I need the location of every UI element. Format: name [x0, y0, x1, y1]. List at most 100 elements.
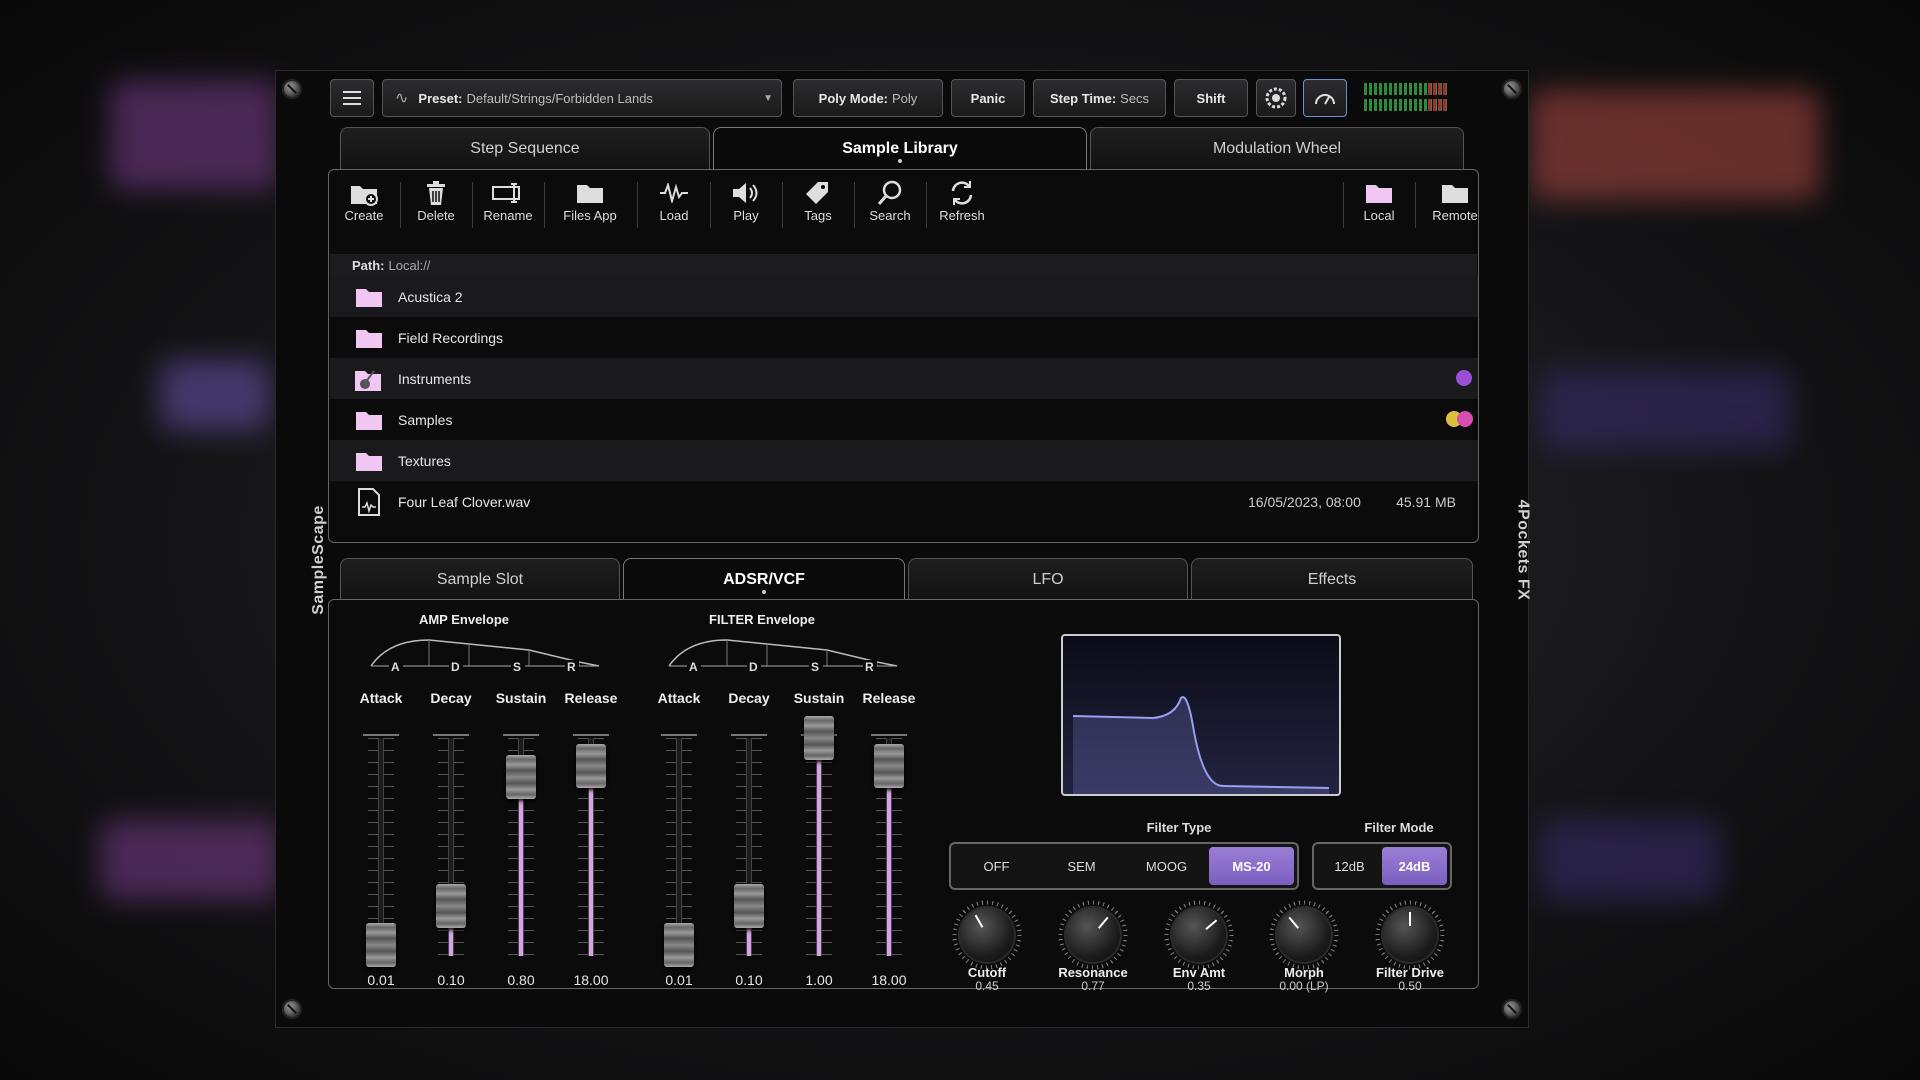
amp-attack-fader[interactable] [366, 923, 396, 968]
tags-button[interactable]: Tags [783, 178, 853, 234]
amp-release-label: Release [564, 690, 618, 706]
knob-label: Resonance [1058, 965, 1128, 980]
create-button[interactable]: Create [329, 178, 399, 234]
poly-mode-button[interactable]: Poly Mode: Poly [793, 79, 943, 117]
screw-icon [282, 999, 302, 1019]
file-name: Four Leaf Clover.wav [398, 493, 531, 510]
remote-button[interactable]: Remote [1420, 178, 1490, 234]
tab-step-sequence[interactable]: Step Sequence [340, 127, 710, 169]
filter-curve-graph [1072, 696, 1330, 794]
svg-text:D: D [749, 660, 758, 672]
speaker-icon [733, 183, 758, 203]
tag-dot [1457, 411, 1473, 427]
filter-drive-knob[interactable] [1381, 906, 1439, 964]
load-button[interactable]: Load [639, 178, 709, 234]
filter-type-title: Filter Type [1146, 820, 1212, 835]
resonance-knob[interactable] [1064, 906, 1122, 964]
list-item[interactable]: Field Recordings [330, 317, 1478, 358]
knob-value: 0.77 [1081, 979, 1105, 993]
svg-text:D: D [451, 660, 460, 672]
filter_env-decay-fader[interactable] [734, 883, 764, 928]
filter-type-moog[interactable]: MOOG [1124, 847, 1209, 885]
filter-type-off[interactable]: OFF [954, 847, 1039, 885]
list-item[interactable]: Acustica 2 [330, 276, 1478, 317]
rename-button[interactable]: Rename [473, 178, 543, 234]
fader-top-line [433, 734, 469, 736]
menu-button[interactable] [330, 79, 374, 117]
delete-button[interactable]: Delete [401, 178, 471, 234]
preset-selector[interactable]: ∿ Preset: Default/Strings/Forbidden Land… [382, 79, 782, 117]
file-name: Field Recordings [398, 329, 504, 346]
file-date: 16/05/2023, 08:00 [1248, 493, 1361, 510]
preset-value: Default/Strings/Forbidden Lands [466, 90, 653, 106]
trash-icon [427, 181, 445, 205]
tags-label: Tags [804, 208, 832, 223]
shift-button[interactable]: Shift [1174, 79, 1248, 117]
files-app-button[interactable]: Files App [555, 178, 625, 234]
step-time-button[interactable]: Step Time: Secs [1033, 79, 1166, 117]
fader-fill [589, 766, 593, 956]
tab-effects[interactable]: Effects [1191, 558, 1473, 600]
amp-decay-fader[interactable] [436, 883, 466, 928]
cutoff-knob[interactable] [958, 906, 1016, 964]
knob-value: 0.35 [1187, 979, 1211, 993]
filter-adsr-diagram: A D S R [668, 639, 898, 672]
list-item[interactable]: Instruments [330, 358, 1478, 399]
folder-icon [356, 329, 382, 348]
play-button[interactable]: Play [711, 178, 781, 234]
search-button[interactable]: Search [855, 178, 925, 234]
knob-label: Filter Drive [1376, 965, 1444, 980]
filter-type-sem[interactable]: SEM [1039, 847, 1124, 885]
env-amt-knob[interactable] [1170, 906, 1228, 964]
amp-decay-label: Decay [430, 690, 472, 706]
rename-icon [492, 183, 520, 203]
filter-type-ms20[interactable]: MS-20 [1209, 847, 1294, 885]
dropdown-arrow-icon: ▼ [763, 92, 773, 104]
list-item[interactable]: Textures [330, 440, 1478, 481]
svg-text:S: S [513, 660, 521, 672]
amp-sustain-value: 0.80 [507, 972, 535, 988]
list-item[interactable]: Four Leaf Clover.wav 16/05/2023, 08:00 4… [330, 481, 1478, 522]
performance-button[interactable] [1303, 79, 1347, 117]
svg-text:A: A [391, 660, 400, 672]
morph-knob[interactable] [1275, 906, 1333, 964]
delete-label: Delete [417, 208, 455, 223]
knob-indicator [1098, 916, 1109, 929]
amp-sustain-label: Sustain [495, 690, 547, 706]
filter_env-attack-fader[interactable] [664, 923, 694, 968]
preset-label: Preset: [418, 90, 463, 106]
samplescape-app: SampleScape 4Pockets FX ∿ Preset: Defaul… [275, 70, 1531, 1028]
path-label: Path: [352, 257, 385, 273]
search-icon [877, 180, 902, 205]
filter_env-release-label: Release [862, 690, 916, 706]
filter-mode-24db[interactable]: 24dB [1382, 847, 1447, 885]
panic-button[interactable]: Panic [951, 79, 1025, 117]
tab-adsr-vcf[interactable]: ADSR/VCF [623, 558, 905, 600]
local-folder-icon [1366, 185, 1392, 203]
poly-mode-value: Poly [892, 90, 918, 106]
amp-release-fader[interactable] [576, 744, 606, 789]
settings-button[interactable] [1256, 79, 1296, 117]
search-label: Search [869, 208, 911, 223]
local-button[interactable]: Local [1344, 178, 1414, 234]
filter-mode-12db[interactable]: 12dB [1317, 847, 1382, 885]
knob-value: 0.00 (LP) [1279, 979, 1329, 993]
list-item[interactable]: Samples [330, 399, 1478, 440]
knob-indicator [1288, 916, 1299, 929]
filter_env-release-fader[interactable] [874, 744, 904, 789]
create-folder-icon [351, 186, 378, 206]
fader-fill [887, 766, 891, 956]
knob-indicator [1409, 912, 1411, 926]
adsr-vcf-panel: AMP Envelope FILTER Envelope A D S R A D… [328, 599, 1479, 993]
tab-modulation-wheel[interactable]: Modulation Wheel [1090, 127, 1464, 169]
svg-text:R: R [865, 660, 874, 672]
tab-sample-slot[interactable]: Sample Slot [340, 558, 620, 600]
refresh-button[interactable]: Refresh [927, 178, 997, 234]
amp-sustain-fader[interactable] [506, 755, 536, 800]
path-value: Local:// [388, 257, 431, 273]
tab-sample-library[interactable]: Sample Library [713, 127, 1087, 169]
file-name: Textures [398, 452, 451, 469]
tab-lfo[interactable]: LFO [908, 558, 1188, 600]
files-app-label: Files App [563, 208, 617, 223]
filter_env-sustain-fader[interactable] [804, 716, 834, 760]
